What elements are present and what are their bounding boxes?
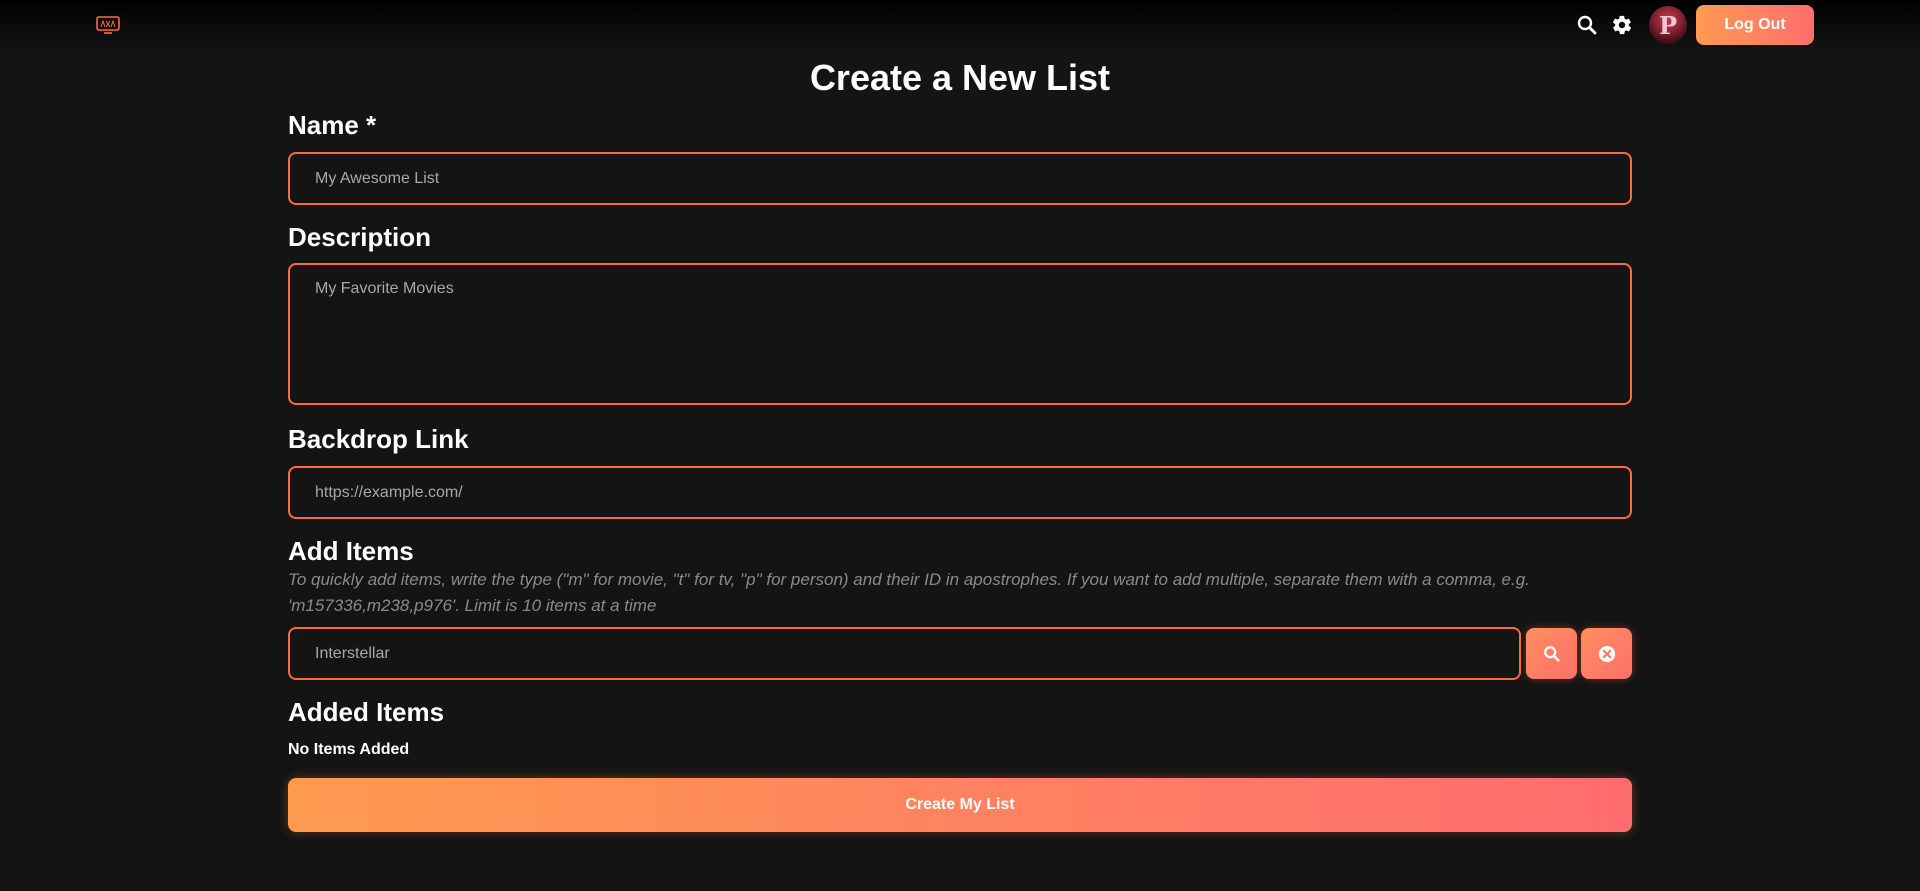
add-items-hint: To quickly add items, write the type ("m… (288, 570, 1530, 615)
name-input[interactable] (288, 152, 1632, 205)
gear-icon[interactable] (1608, 11, 1636, 39)
avatar-letter: P (1658, 10, 1678, 40)
search-icon (1543, 645, 1560, 662)
page-title: Create a New List (809, 57, 1111, 98)
add-items-input[interactable] (288, 627, 1521, 680)
avatar[interactable]: P (1649, 6, 1687, 44)
create-list-button[interactable]: Create My List (288, 778, 1632, 832)
close-circle-icon (1598, 645, 1615, 662)
description-textarea[interactable] (288, 263, 1632, 405)
added-items-label: Added Items (288, 697, 445, 727)
logout-button[interactable]: Log Out (1696, 5, 1814, 45)
top-navbar: P Log Out (0, 0, 1920, 52)
backdrop-link-label: Backdrop Link (288, 424, 469, 454)
add-items-label: Add Items (288, 536, 414, 566)
search-icon[interactable] (1573, 11, 1601, 39)
tv-logo-icon[interactable] (96, 16, 120, 36)
add-items-search-button[interactable] (1526, 628, 1577, 679)
add-items-clear-button[interactable] (1581, 628, 1632, 679)
added-items-empty-text: No Items Added (288, 741, 410, 758)
name-label: Name * (288, 110, 377, 140)
header-actions: P Log Out (1573, 5, 1814, 45)
backdrop-link-input[interactable] (288, 466, 1632, 519)
description-label: Description (288, 222, 432, 252)
